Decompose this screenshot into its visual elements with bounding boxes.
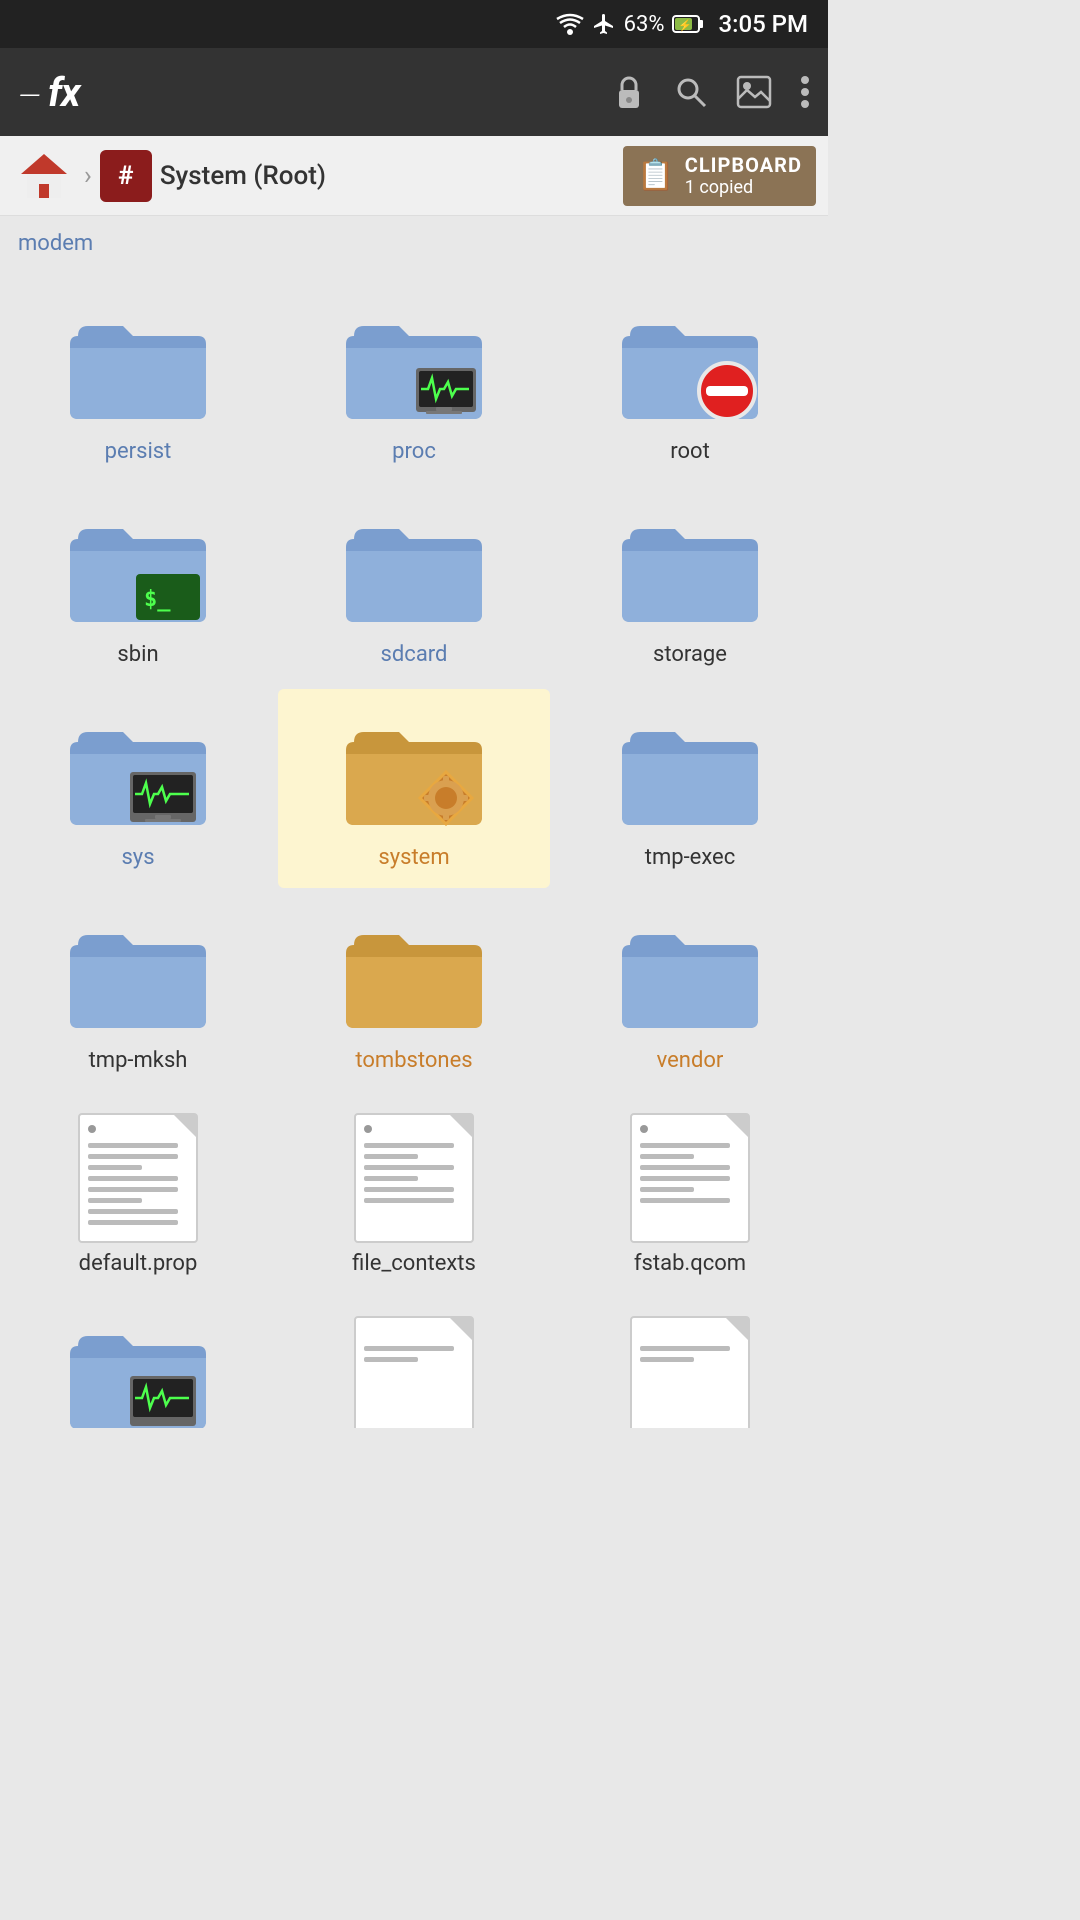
file-partial-bottom-2-icon: [339, 1316, 489, 1428]
folder-sys-label: sys: [121, 845, 154, 870]
wifi-icon: [556, 13, 584, 35]
folder-vendor-icon: [615, 910, 765, 1040]
bottom-partial-row: [0, 1306, 828, 1440]
home-button[interactable]: [12, 146, 76, 206]
folder-storage-label: storage: [653, 642, 727, 667]
folder-tmp-exec-icon: [615, 707, 765, 837]
folder-persist-label: persist: [105, 439, 172, 464]
file-partial-bottom-3-icon: [615, 1316, 765, 1428]
status-icons: 63% ⚡ 3:05 PM: [556, 10, 808, 38]
folder-partial-bottom-icon: [63, 1316, 213, 1428]
folder-tmp-mksh[interactable]: tmp-mksh: [2, 892, 274, 1091]
file-default-prop[interactable]: default.prop: [2, 1095, 274, 1294]
breadcrumb-title: System (Root): [160, 161, 326, 191]
breadcrumb-chevron: ›: [84, 161, 92, 191]
battery-icon: ⚡: [672, 13, 704, 35]
airplane-icon: [592, 12, 616, 36]
lock-icon[interactable]: [612, 73, 646, 111]
file-contexts-label: file_contexts: [352, 1251, 476, 1276]
folder-vendor-label: vendor: [657, 1048, 724, 1073]
clipboard-badge[interactable]: 📋 CLIPBOARD 1 copied: [623, 146, 816, 206]
folder-sbin[interactable]: $_ sbin: [2, 486, 274, 685]
file-partial-bottom-3[interactable]: [554, 1308, 826, 1428]
folder-tombstones-icon: [339, 910, 489, 1040]
folder-tmp-mksh-icon: [63, 910, 213, 1040]
folder-sdcard-label: sdcard: [381, 642, 448, 667]
folder-root-icon: [615, 301, 765, 431]
search-icon[interactable]: [674, 75, 708, 109]
battery-percent: 63%: [624, 12, 665, 37]
file-fstab-qcom-icon: [615, 1113, 765, 1243]
folder-storage[interactable]: storage: [554, 486, 826, 685]
folder-tombstones-label: tombstones: [355, 1048, 472, 1073]
folder-root-label: root: [670, 439, 710, 464]
folder-partial-bottom[interactable]: [2, 1308, 274, 1428]
folder-tmp-exec[interactable]: tmp-exec: [554, 689, 826, 888]
file-fstab-qcom-label: fstab.qcom: [634, 1251, 746, 1276]
clipboard-icon: 📋: [637, 158, 674, 193]
folder-system[interactable]: system: [278, 689, 550, 888]
folder-tmp-mksh-label: tmp-mksh: [89, 1048, 188, 1073]
file-partial-bottom-2[interactable]: [278, 1308, 550, 1428]
folder-vendor[interactable]: vendor: [554, 892, 826, 1091]
partial-top-row: modem: [0, 216, 828, 271]
folder-proc-label: proc: [392, 439, 436, 464]
breadcrumb-bar: › # System (Root) 📋 CLIPBOARD 1 copied: [0, 136, 828, 216]
folder-system-label: system: [378, 845, 449, 870]
status-time: 3:05 PM: [718, 10, 808, 38]
app-bar-actions: [612, 73, 810, 111]
folder-storage-icon: [615, 504, 765, 634]
file-fstab-qcom[interactable]: fstab.qcom: [554, 1095, 826, 1294]
breadcrumb-hash-badge: #: [100, 150, 152, 202]
folder-sbin-icon: $_: [63, 504, 213, 634]
file-contexts-icon: [339, 1113, 489, 1243]
app-logo: — fx: [18, 69, 80, 116]
modem-label[interactable]: modem: [10, 231, 101, 256]
folder-sdcard[interactable]: sdcard: [278, 486, 550, 685]
svg-text:$_: $_: [144, 587, 171, 612]
folder-persist-icon: [63, 301, 213, 431]
folder-proc-icon: [339, 301, 489, 431]
folder-tombstones[interactable]: tombstones: [278, 892, 550, 1091]
folder-system-icon: [339, 707, 489, 837]
folder-sys[interactable]: sys: [2, 689, 274, 888]
folder-sys-icon: [63, 707, 213, 837]
file-grid: persist proc: [0, 271, 828, 1306]
file-default-prop-icon: [63, 1113, 213, 1243]
folder-sbin-label: sbin: [117, 642, 158, 667]
folder-root[interactable]: root: [554, 283, 826, 482]
folder-proc[interactable]: proc: [278, 283, 550, 482]
image-icon[interactable]: [736, 75, 772, 109]
status-bar: 63% ⚡ 3:05 PM: [0, 0, 828, 48]
folder-persist[interactable]: persist: [2, 283, 274, 482]
folder-tmp-exec-label: tmp-exec: [645, 845, 735, 870]
more-icon[interactable]: [800, 75, 810, 109]
clipboard-text: CLIPBOARD 1 copied: [685, 153, 802, 199]
file-default-prop-label: default.prop: [79, 1251, 198, 1276]
file-contexts[interactable]: file_contexts: [278, 1095, 550, 1294]
folder-sdcard-icon: [339, 504, 489, 634]
svg-text:⚡: ⚡: [678, 19, 692, 32]
app-bar: — fx: [0, 48, 828, 136]
